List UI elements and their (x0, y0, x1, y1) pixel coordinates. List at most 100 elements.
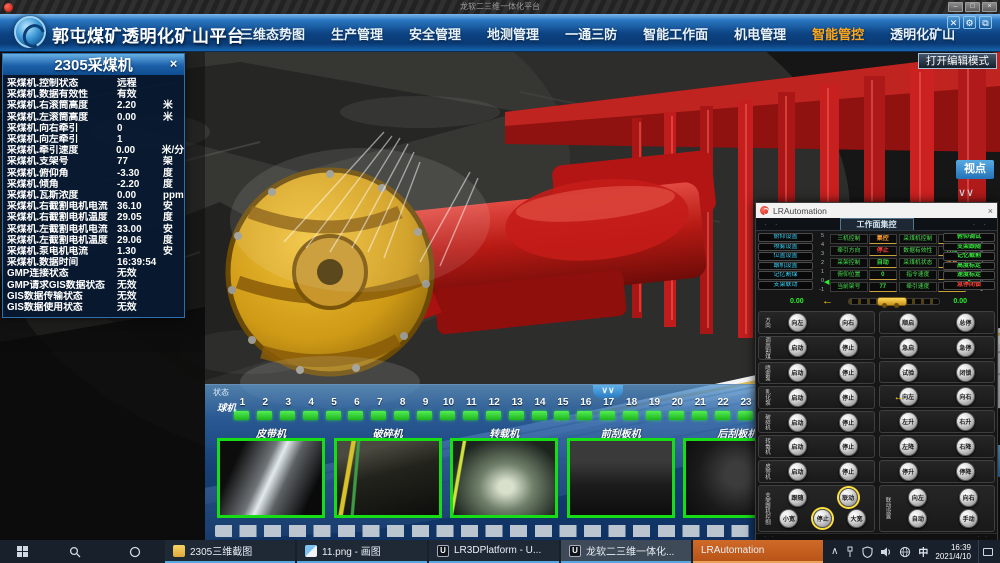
camera-number[interactable]: 13 (506, 397, 529, 408)
control-button[interactable]: 停止 (839, 363, 858, 382)
search-button[interactable] (45, 540, 105, 563)
control-button[interactable]: 停止 (839, 338, 858, 357)
camera-number[interactable]: 14 (529, 397, 552, 408)
settings-button[interactable]: 记忆割煤 (758, 271, 813, 280)
camera-number[interactable]: 11 (460, 397, 483, 408)
camera-number[interactable]: 12 (483, 397, 506, 408)
control-button[interactable]: 停降 (956, 462, 975, 481)
speaker-icon[interactable] (880, 546, 892, 558)
nav-item[interactable]: 透明化矿山 (890, 24, 955, 43)
calibration-button[interactable]: 速度标定 (943, 271, 995, 280)
control-button[interactable]: 试验 (899, 363, 918, 382)
calibration-button[interactable]: 支架跟随 (943, 243, 995, 252)
control-button[interactable]: 大宽 (847, 509, 866, 528)
control-button[interactable]: 停止 (839, 388, 858, 407)
cortana-button[interactable] (105, 540, 165, 563)
shield-icon[interactable] (862, 546, 873, 558)
restore-window-icon[interactable]: ⧉ (979, 16, 992, 29)
control-button[interactable]: 启动 (788, 413, 807, 432)
control-button[interactable]: 停升 (899, 462, 918, 481)
nav-item[interactable]: 安全管理 (409, 24, 461, 43)
calibration-button[interactable]: 急停闭锁 (943, 281, 995, 290)
settings-button[interactable]: 俯仰设置 (758, 233, 813, 242)
control-button[interactable]: 小宽 (779, 509, 798, 528)
tools-icon[interactable]: ✕ (947, 16, 960, 29)
open-edit-mode-button[interactable]: 打开编辑模式 (918, 53, 997, 69)
control-button[interactable]: 急停 (956, 338, 975, 357)
settings-button[interactable]: 跟机设置 (758, 262, 813, 271)
usb-icon[interactable] (845, 546, 855, 558)
clock[interactable]: 16:39 2021/4/10 (935, 543, 971, 561)
camera-number[interactable]: 19 (643, 397, 666, 408)
camera-number[interactable]: 15 (551, 397, 574, 408)
camera-number[interactable]: 2 (254, 397, 277, 408)
control-button[interactable]: 向右 (959, 488, 978, 507)
viewpoint-chevron-icon[interactable]: ∨∨ (958, 186, 974, 199)
control-button-active[interactable]: 联动 (839, 488, 858, 507)
control-button[interactable]: 启动 (788, 363, 807, 382)
control-button[interactable]: 启动 (788, 388, 807, 407)
camera-number[interactable]: 18 (620, 397, 643, 408)
network-globe-icon[interactable] (899, 546, 911, 558)
panel-close-icon[interactable]: × (166, 56, 181, 71)
calibration-button[interactable]: 记忆截割 (943, 252, 995, 261)
camera-number[interactable]: 7 (368, 397, 391, 408)
control-button[interactable]: 闭锁 (956, 363, 975, 382)
control-button[interactable]: 右降 (956, 437, 975, 456)
gear-icon[interactable]: ⚙ (963, 16, 976, 29)
nav-item[interactable]: 智能工作面 (643, 24, 708, 43)
slider-track[interactable] (848, 298, 940, 305)
control-button[interactable]: 启动 (788, 462, 807, 481)
control-button[interactable]: 自动 (908, 509, 927, 528)
camera-number[interactable]: 10 (437, 397, 460, 408)
action-center-button[interactable] (978, 540, 996, 563)
calibration-button[interactable]: 高度标定 (943, 262, 995, 271)
control-button[interactable]: 急启 (899, 338, 918, 357)
control-button[interactable]: 停止 (839, 437, 858, 456)
control-button[interactable]: 顺启 (899, 313, 918, 332)
control-button-active[interactable]: 停止 (813, 509, 832, 528)
nav-item[interactable]: 智能管控 (812, 24, 864, 43)
camera-number[interactable]: 17 (597, 397, 620, 408)
camera-number[interactable]: 9 (414, 397, 437, 408)
control-button[interactable]: 总停 (956, 313, 975, 332)
nav-item[interactable]: 一通三防 (565, 24, 617, 43)
camera-feed-thumbnail[interactable] (217, 438, 325, 518)
camera-number[interactable]: 20 (666, 397, 689, 408)
control-button[interactable]: 向左 (788, 313, 807, 332)
taskbar-task[interactable]: 2305三维截图 (165, 540, 295, 563)
shearer-glyph-icon[interactable] (877, 297, 907, 306)
show-hidden-icons-caret-icon[interactable]: ∧ (831, 546, 838, 557)
control-button[interactable]: 停止 (839, 413, 858, 432)
nav-item[interactable]: 三维态势图 (240, 24, 305, 43)
camera-feed-thumbnail[interactable] (683, 438, 765, 518)
control-button[interactable]: 左升 (899, 412, 918, 431)
control-button[interactable]: 向右 (839, 313, 858, 332)
camera-number[interactable]: 3 (277, 397, 300, 408)
taskbar-task[interactable]: 11.png - 画图 (297, 540, 427, 563)
control-button[interactable]: 手动 (959, 509, 978, 528)
camera-number[interactable]: 4 (300, 397, 323, 408)
settings-button[interactable]: 喷雾设置 (758, 243, 813, 252)
ime-indicator[interactable]: 中 (918, 544, 928, 559)
calibration-button[interactable]: 俯仰调试 (943, 233, 995, 242)
control-button[interactable]: 启动 (788, 437, 807, 456)
camera-number[interactable]: 8 (391, 397, 414, 408)
control-button[interactable]: 启动 (788, 338, 807, 357)
camera-number[interactable]: 22 (712, 397, 735, 408)
control-button[interactable]: 跟随 (788, 488, 807, 507)
viewpoint-button[interactable]: 视点 (956, 160, 994, 179)
nav-item[interactable]: 生产管理 (331, 24, 383, 43)
nav-item[interactable]: 地测管理 (487, 24, 539, 43)
camera-feed-thumbnail[interactable] (334, 438, 442, 518)
camera-number[interactable]: 21 (689, 397, 712, 408)
taskbar-task[interactable]: LRAutomation (693, 540, 823, 563)
control-button[interactable]: 向左 (908, 488, 927, 507)
control-button[interactable]: 左降 (899, 437, 918, 456)
nav-item[interactable]: 机电管理 (734, 24, 786, 43)
control-button[interactable]: 向右 (956, 387, 975, 406)
camera-feed-thumbnail[interactable] (567, 438, 675, 518)
tab-face-control[interactable]: 工作面集控 (840, 218, 914, 230)
settings-button[interactable]: 支架联动 (758, 281, 813, 290)
start-button[interactable] (0, 540, 45, 563)
